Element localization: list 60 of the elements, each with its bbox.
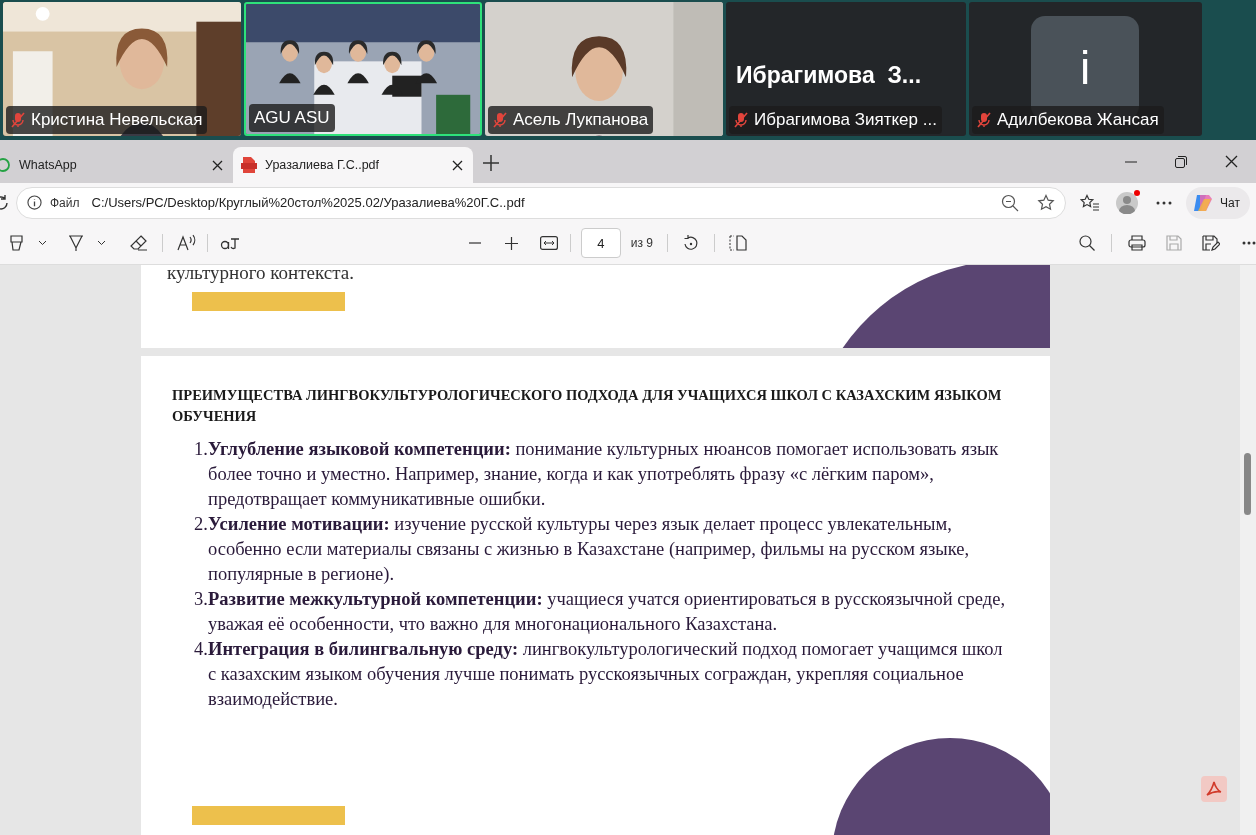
- address-bar[interactable]: Файл C:/Users/PC/Desktop/Круглый%20стол%2025.02/Уразалиева%20Г.С..pdf: [16, 186, 1066, 219]
- copilot-icon: [1192, 192, 1214, 213]
- close-icon: [1224, 155, 1238, 168]
- zoom-out-icon[interactable]: [1001, 193, 1019, 212]
- chevron-down-icon[interactable]: [97, 240, 106, 246]
- list-number: 2.: [194, 513, 208, 537]
- eraser-icon[interactable]: [130, 234, 148, 252]
- close-icon[interactable]: [452, 159, 463, 171]
- url-text: C:/Users/PC/Desktop/Круглый%20стол%2025.02/Уразалиева%20Г.С..pdf: [91, 193, 525, 212]
- participant-name: Асель Лукпанова: [513, 109, 649, 132]
- browser-tab[interactable]: WhatsApp: [0, 147, 233, 183]
- restore-icon: [1175, 155, 1187, 168]
- chevron-down-icon[interactable]: [38, 240, 47, 246]
- more-icon[interactable]: [1156, 200, 1172, 205]
- list-item-text: Усиление мотивации: изучение русской культуры через язык делает процесс увлекательным, особенно если материалы связаны с жизнью в Казахстане (например, фильмы на русском языке, популярные в регионе).: [208, 513, 971, 587]
- video-tile[interactable]: Кристина Невельская: [3, 2, 241, 136]
- document-text: культурного контекста.: [167, 265, 354, 285]
- read-aloud-icon[interactable]: [177, 234, 197, 252]
- rotate-icon[interactable]: [682, 234, 700, 252]
- list-number: 3.: [194, 588, 208, 612]
- search-icon[interactable]: [1079, 235, 1095, 251]
- page-number-field[interactable]: 4: [580, 228, 621, 258]
- list-number: 4.: [194, 638, 208, 662]
- highlighter-icon[interactable]: [8, 234, 26, 252]
- fit-width-icon[interactable]: [539, 236, 558, 250]
- page-view-icon[interactable]: [729, 235, 747, 251]
- profile-avatar-icon[interactable]: [1116, 191, 1138, 214]
- more-icon[interactable]: [1242, 241, 1256, 245]
- acrobat-icon[interactable]: [1201, 776, 1227, 802]
- video-tile[interactable]: Асель Лукпанова: [485, 2, 723, 136]
- video-tile[interactable]: Ибрагимова З... Ибрагимова Зияткер ...: [726, 2, 966, 136]
- page-count-label: из 9: [630, 235, 653, 252]
- close-icon[interactable]: [212, 159, 223, 171]
- list-item-text: Углубление языковой компетенции: понимание культурных нюансов помогает использовать язык более точно и уместно. Например, знание, когда и как употреблять фразу «с лёгким паром», предотвращает коммуникативные ошибки.: [208, 438, 1000, 512]
- participant-name: Кристина Невельская: [31, 109, 203, 132]
- favorites-icon[interactable]: [1080, 193, 1100, 212]
- info-icon[interactable]: [27, 195, 42, 210]
- pdf-file-icon: [241, 156, 257, 174]
- star-icon[interactable]: [1037, 193, 1055, 212]
- plus-icon: [482, 154, 500, 172]
- section-heading: ПРЕИМУЩЕСТВА ЛИНГВОКУЛЬТУРОЛОГИЧЕСКОГО ПОДХОДА ДЛЯ УЧАЩИХСЯ ШКОЛ С КАЗАХСКИМ ЯЗЫКОМ ОБУЧЕНИЯ: [172, 386, 1002, 427]
- tab-title: WhatsApp: [19, 156, 78, 174]
- zoom-in-icon[interactable]: [504, 236, 518, 250]
- participant-name: AGU ASU: [254, 107, 330, 130]
- pen-icon[interactable]: [67, 234, 85, 252]
- tab-title: Уразалиева Г.С..pdf: [265, 156, 381, 174]
- browser-tab[interactable]: Уразалиева Г.С..pdf: [233, 147, 473, 183]
- participant-name: Ибрагимова Зияткер ...: [754, 109, 937, 132]
- list-item-text: Интеграция в билингвальную среду: лингвокультурологический подход помогает учащимся школ с казахским языком обучения лучше понимать русскоязычных сограждан, укрепляя социальное взаимодействие.: [208, 638, 1004, 712]
- minimize-icon: [1125, 160, 1137, 163]
- print-icon[interactable]: [1128, 235, 1146, 251]
- list-item-text: Развитие межкультурной компетенции: учащиеся учатся ориентироваться в русскоязычной среде, уважая её особенности, что важно для многонационального Казахстана.: [208, 588, 1007, 637]
- video-tile[interactable]: i Адилбекова Жансая: [969, 2, 1202, 136]
- video-tile[interactable]: AGU ASU: [244, 2, 482, 136]
- save-as-icon[interactable]: [1202, 235, 1220, 251]
- participant-display-name: Ибрагимова З...: [736, 61, 922, 90]
- copilot-chat-button[interactable]: Чат: [1186, 186, 1250, 219]
- list-number: 1.: [194, 438, 208, 462]
- site-info-label: Файл: [50, 194, 80, 212]
- scrollbar-thumb[interactable]: [1244, 453, 1251, 515]
